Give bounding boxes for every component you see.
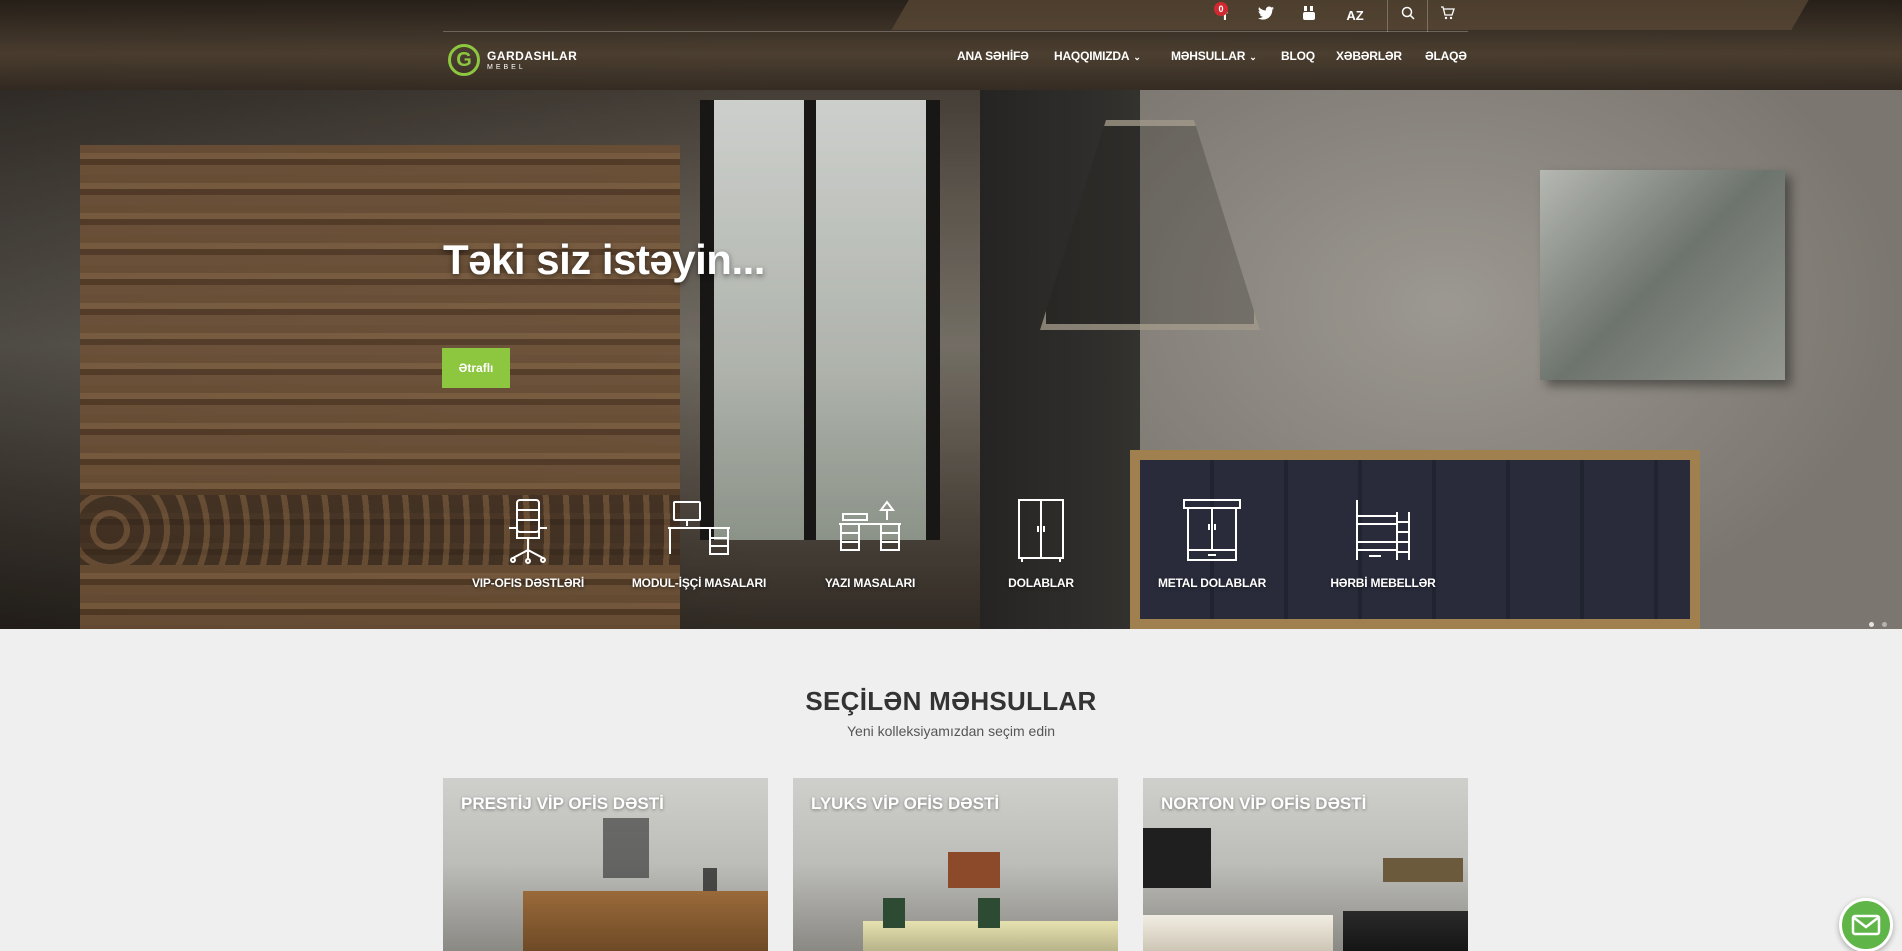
nav-contact-label: ƏLAQƏ xyxy=(1425,49,1467,63)
hero-slider xyxy=(0,0,1902,629)
nav-contact[interactable]: ƏLAQƏ xyxy=(1425,49,1467,63)
desk-shape xyxy=(1343,911,1468,951)
bunk-bed-icon xyxy=(1356,500,1410,560)
nav-blog[interactable]: BLOQ xyxy=(1281,49,1315,63)
topbar-divider xyxy=(1427,0,1428,32)
writing-desk-icon xyxy=(839,500,901,551)
slider-pagination xyxy=(1869,614,1895,632)
category-wardrobes[interactable]: DOLABLAR xyxy=(961,498,1121,590)
site-logo[interactable]: G GARDASHLAR MEBEL xyxy=(448,43,577,77)
chair-shape xyxy=(883,898,905,928)
category-vip-office[interactable]: VIP-OFIS DƏSTLƏRİ xyxy=(448,498,608,590)
wardrobe-icon xyxy=(1018,499,1064,562)
nav-news-label: XƏBƏRLƏR xyxy=(1336,49,1402,63)
product-title: NORTON VİP OFİS DƏSTİ xyxy=(1161,794,1367,813)
metal-cabinet-icon xyxy=(1183,499,1241,561)
wall-painting xyxy=(1383,858,1463,882)
nav-products-label: MƏHSULLAR xyxy=(1171,49,1246,63)
product-card-prestij[interactable]: PRESTİJ VİP OFİS DƏSTİ xyxy=(443,778,768,951)
category-military-furniture[interactable]: HƏRBİ MEBELLƏR xyxy=(1303,498,1463,590)
language-switcher[interactable]: AZ xyxy=(1342,5,1368,27)
nav-products[interactable]: MƏHSULLAR ⌄ xyxy=(1171,49,1257,63)
nav-about-label: HAQQIMIZDA xyxy=(1054,49,1130,63)
cart-icon[interactable] xyxy=(1437,5,1457,27)
category-metal-cabinets[interactable]: METAL DOLABLAR xyxy=(1132,498,1292,590)
logo-text: GARDASHLAR MEBEL xyxy=(487,49,577,71)
wall-painting xyxy=(1143,828,1211,888)
category-writing-desks[interactable]: YAZI MASALARI xyxy=(790,498,950,590)
logo-sub: MEBEL xyxy=(487,64,526,71)
logo-g-icon: G xyxy=(448,44,480,76)
hero-overlay xyxy=(0,0,1902,629)
top-bar: f AZ 0 xyxy=(443,0,1468,32)
chevron-down-icon: ⌄ xyxy=(1133,52,1141,62)
hero-title: Təki siz istəyin... xyxy=(443,236,765,283)
youtube-icon[interactable] xyxy=(1299,5,1319,28)
chair-shape xyxy=(978,898,1000,928)
nav-home-label: ANA SƏHİFƏ xyxy=(957,49,1029,63)
wall-frames xyxy=(603,818,649,878)
category-modular-desks[interactable]: MODUL-İŞÇİ MASALARI xyxy=(619,498,779,590)
featured-subtitle: Yeni kolleksiyamızdan seçim edin xyxy=(846,723,1056,739)
category-label: VIP-OFIS DƏSTLƏRİ xyxy=(471,576,585,590)
search-icon[interactable] xyxy=(1398,5,1418,27)
desk-shape xyxy=(523,891,768,951)
chevron-down-icon: ⌄ xyxy=(1249,52,1257,62)
hero-more-button[interactable]: Ətraflı xyxy=(442,348,510,388)
nav-news[interactable]: XƏBƏRLƏR xyxy=(1336,49,1402,63)
computer-desk-icon xyxy=(668,501,730,555)
cart-count-badge: 0 xyxy=(1214,2,1228,16)
sofa-shape xyxy=(1143,915,1333,951)
nav-blog-label: BLOQ xyxy=(1281,49,1315,63)
category-label: HƏRBİ MEBELLƏR xyxy=(1330,576,1436,590)
slider-dot[interactable] xyxy=(1869,622,1874,627)
nav-about[interactable]: HAQQIMIZDA ⌄ xyxy=(1054,49,1141,63)
topbar-divider xyxy=(1387,0,1388,32)
product-title: PRESTİJ VİP OFİS DƏSTİ xyxy=(461,794,664,813)
category-label: METAL DOLABLAR xyxy=(1157,576,1267,590)
product-title: LYUKS VİP OFİS DƏSTİ xyxy=(811,794,1000,813)
category-label: DOLABLAR xyxy=(1008,576,1074,590)
product-card-lyuks[interactable]: LYUKS VİP OFİS DƏSTİ xyxy=(793,778,1118,951)
category-label: YAZI MASALARI xyxy=(824,576,916,590)
wall-painting xyxy=(948,852,1000,888)
slider-dot[interactable] xyxy=(1882,622,1887,627)
twitter-icon[interactable] xyxy=(1256,5,1276,27)
featured-title: SEÇİLƏN MƏHSULLAR xyxy=(805,686,1097,716)
mail-icon xyxy=(1851,914,1881,936)
product-card-norton[interactable]: NORTON VİP OFİS DƏSTİ xyxy=(1143,778,1468,951)
category-label: MODUL-İŞÇİ MASALARI xyxy=(631,576,767,590)
contact-mail-button[interactable] xyxy=(1839,898,1893,951)
office-chair-icon xyxy=(509,499,547,564)
nav-home[interactable]: ANA SƏHİFƏ xyxy=(957,49,1029,63)
logo-brand: GARDASHLAR xyxy=(487,49,578,63)
